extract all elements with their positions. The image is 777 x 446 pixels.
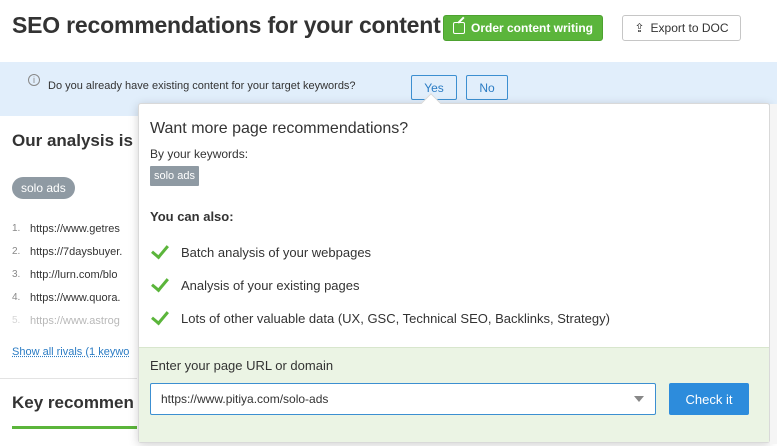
rival-number: 4. [12, 292, 21, 303]
divider [0, 378, 137, 379]
feature-label: Lots of other valuable data (UX, GSC, Te… [181, 310, 610, 326]
rival-number: 1. [12, 223, 21, 234]
order-button-label: Order content writing [470, 21, 593, 35]
popover-keyword-tag: solo ads [150, 166, 199, 186]
rival-url[interactable]: http://lurn.com/blo [30, 269, 117, 281]
popover-title: Want more page recommendations? [150, 120, 409, 137]
order-content-writing-button[interactable]: Order content writing [443, 15, 603, 41]
rival-url[interactable]: https://www.quora. [30, 292, 121, 304]
rival-url[interactable]: https://7daysbuyer. [30, 246, 122, 258]
check-it-button[interactable]: Check it [669, 383, 749, 415]
rival-number: 5. [12, 315, 21, 326]
feature-label: Batch analysis of your webpages [181, 244, 372, 260]
feature-item: Batch analysis of your webpages [150, 242, 371, 262]
rival-url[interactable]: https://www.astrog [30, 315, 120, 327]
feature-item: Analysis of your existing pages [150, 275, 359, 295]
export-icon: ⇪ [634, 21, 645, 35]
url-input[interactable]: https://www.pitiya.com/solo-ads [150, 383, 656, 415]
edit-icon [452, 22, 465, 34]
chevron-down-icon[interactable] [634, 396, 644, 402]
popover-subtitle: By your keywords: [150, 147, 249, 161]
rival-url[interactable]: https://www.getres [30, 223, 120, 235]
checkmark-icon [150, 242, 172, 262]
show-all-rivals-link[interactable]: Show all rivals (1 keywo [12, 346, 129, 358]
feature-label: Analysis of your existing pages [181, 277, 360, 293]
page-title: SEO recommendations for your content [12, 12, 441, 38]
list-item[interactable]: 3. http://lurn.com/blo [12, 263, 122, 286]
checkmark-icon [150, 275, 172, 295]
url-field-label: Enter your page URL or domain [150, 358, 334, 373]
keyword-tag: solo ads [12, 177, 75, 199]
rival-list: 1. https://www.getres 2. https://7daysbu… [12, 217, 122, 332]
tab-indicator [12, 426, 137, 429]
feature-item: Lots of other valuable data (UX, GSC, Te… [150, 308, 610, 328]
list-item[interactable]: 1. https://www.getres [12, 217, 122, 240]
scroll-edge [770, 104, 777, 444]
you-can-also-label: You can also: [150, 209, 234, 224]
info-icon: i [28, 74, 40, 86]
no-button[interactable]: No [466, 75, 508, 100]
analysis-title: Our analysis is b [12, 131, 149, 150]
key-recommendations-heading: Key recommen [12, 393, 134, 412]
list-item[interactable]: 5. https://www.astrog [12, 309, 122, 332]
list-item[interactable]: 4. https://www.quora. [12, 286, 122, 309]
export-button-label: Export to DOC [650, 21, 729, 35]
list-item[interactable]: 2. https://7daysbuyer. [12, 240, 122, 263]
checkmark-icon [150, 308, 172, 328]
export-to-doc-button[interactable]: ⇪ Export to DOC [622, 15, 741, 41]
banner-question: Do you already have existing content for… [48, 80, 356, 92]
rival-number: 2. [12, 246, 21, 257]
rival-number: 3. [12, 269, 21, 280]
